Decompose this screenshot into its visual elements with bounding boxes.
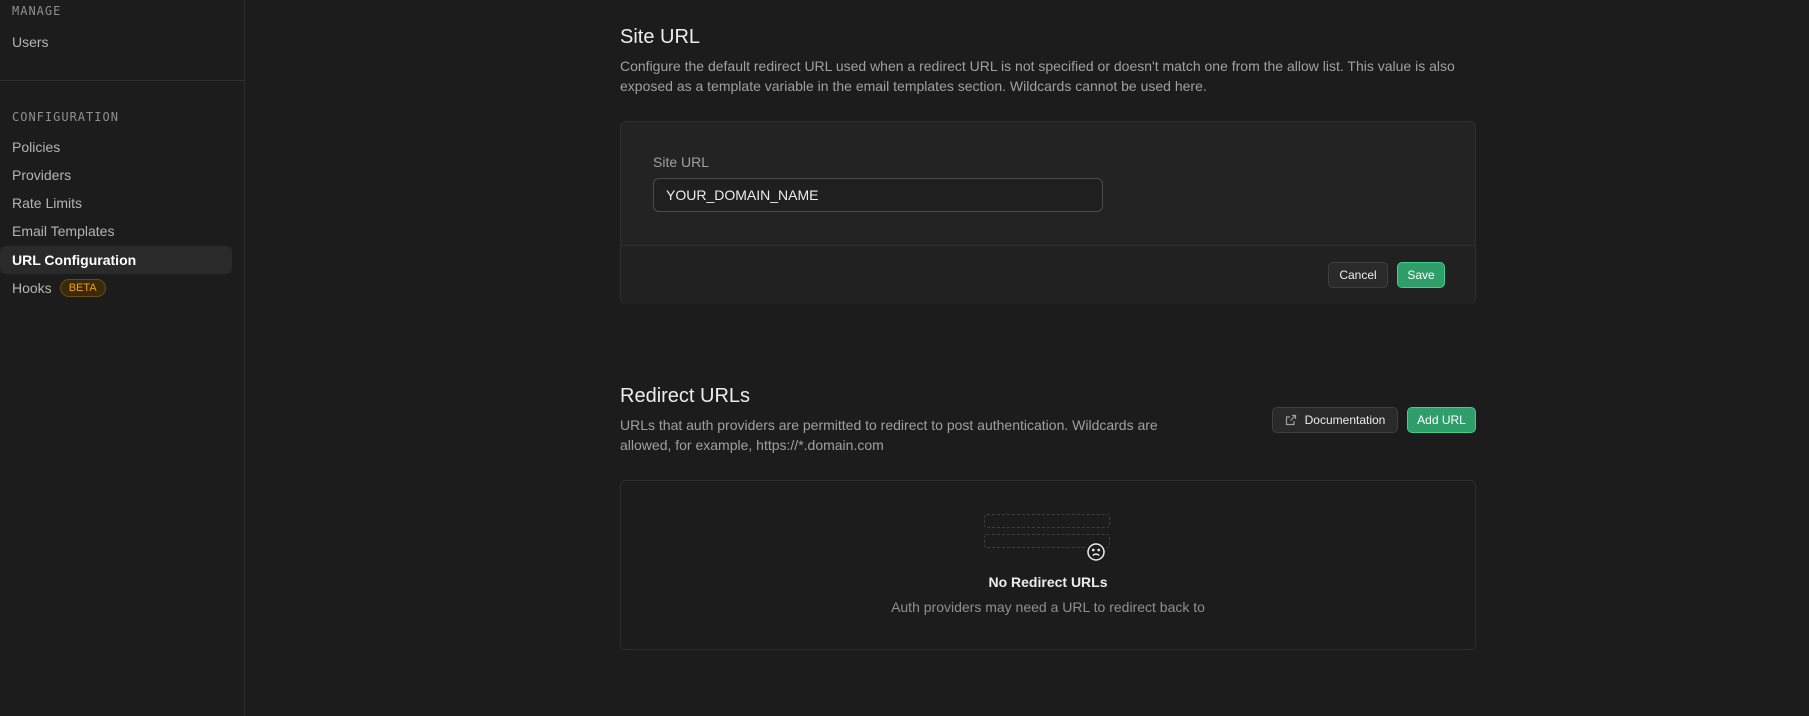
site-url-card-footer: Cancel Save bbox=[621, 245, 1475, 304]
external-link-icon bbox=[1285, 414, 1297, 426]
sidebar-item-label: Rate Limits bbox=[12, 195, 83, 211]
empty-subtitle: Auth providers may need a URL to redirec… bbox=[891, 599, 1205, 615]
sidebar-item-label: Users bbox=[12, 34, 49, 50]
sidebar-item-label: Email Templates bbox=[12, 223, 115, 239]
sidebar-item-label: URL Configuration bbox=[12, 252, 137, 268]
sidebar-item-label: Hooks bbox=[12, 280, 52, 296]
sidebar-item-hooks[interactable]: Hooks BETA bbox=[0, 274, 232, 302]
save-button[interactable]: Save bbox=[1397, 262, 1445, 288]
sidebar-item-users[interactable]: Users bbox=[0, 28, 232, 56]
documentation-label: Documentation bbox=[1304, 413, 1386, 427]
empty-title: No Redirect URLs bbox=[988, 574, 1108, 590]
sidebar-item-email-templates[interactable]: Email Templates bbox=[0, 217, 232, 245]
section-title-manage: MANAGE bbox=[12, 4, 62, 18]
site-url-input[interactable] bbox=[653, 178, 1103, 212]
section-title-configuration: CONFIGURATION bbox=[12, 110, 119, 124]
redirect-urls-empty-card: No Redirect URLs Auth providers may need… bbox=[620, 480, 1476, 650]
sidebar-item-rate-limits[interactable]: Rate Limits bbox=[0, 189, 232, 217]
sidebar-item-label: Policies bbox=[12, 139, 61, 155]
site-url-description: Configure the default redirect URL used … bbox=[620, 58, 1455, 94]
add-url-button[interactable]: Add URL bbox=[1407, 407, 1476, 433]
site-url-field-label: Site URL bbox=[653, 154, 710, 170]
sidebar-item-label: Providers bbox=[12, 167, 72, 183]
cancel-button[interactable]: Cancel bbox=[1328, 262, 1388, 288]
site-url-title: Site URL bbox=[620, 26, 701, 48]
documentation-button[interactable]: Documentation bbox=[1272, 407, 1398, 433]
sad-face-icon bbox=[1086, 542, 1106, 562]
sidebar: MANAGE Users CONFIGURATION Policies Prov… bbox=[0, 0, 245, 716]
redirect-urls-title: Redirect URLs bbox=[620, 385, 751, 407]
beta-badge: BETA bbox=[59, 279, 106, 297]
sidebar-item-providers[interactable]: Providers bbox=[0, 161, 232, 189]
redirect-urls-description: URLs that auth providers are permitted t… bbox=[620, 417, 1158, 453]
sidebar-item-policies[interactable]: Policies bbox=[0, 133, 232, 161]
sidebar-item-url-configuration[interactable]: URL Configuration bbox=[0, 246, 232, 274]
sidebar-divider bbox=[0, 80, 244, 81]
site-url-card: Site URL Cancel Save bbox=[620, 121, 1476, 304]
placeholder-row bbox=[984, 514, 1110, 528]
